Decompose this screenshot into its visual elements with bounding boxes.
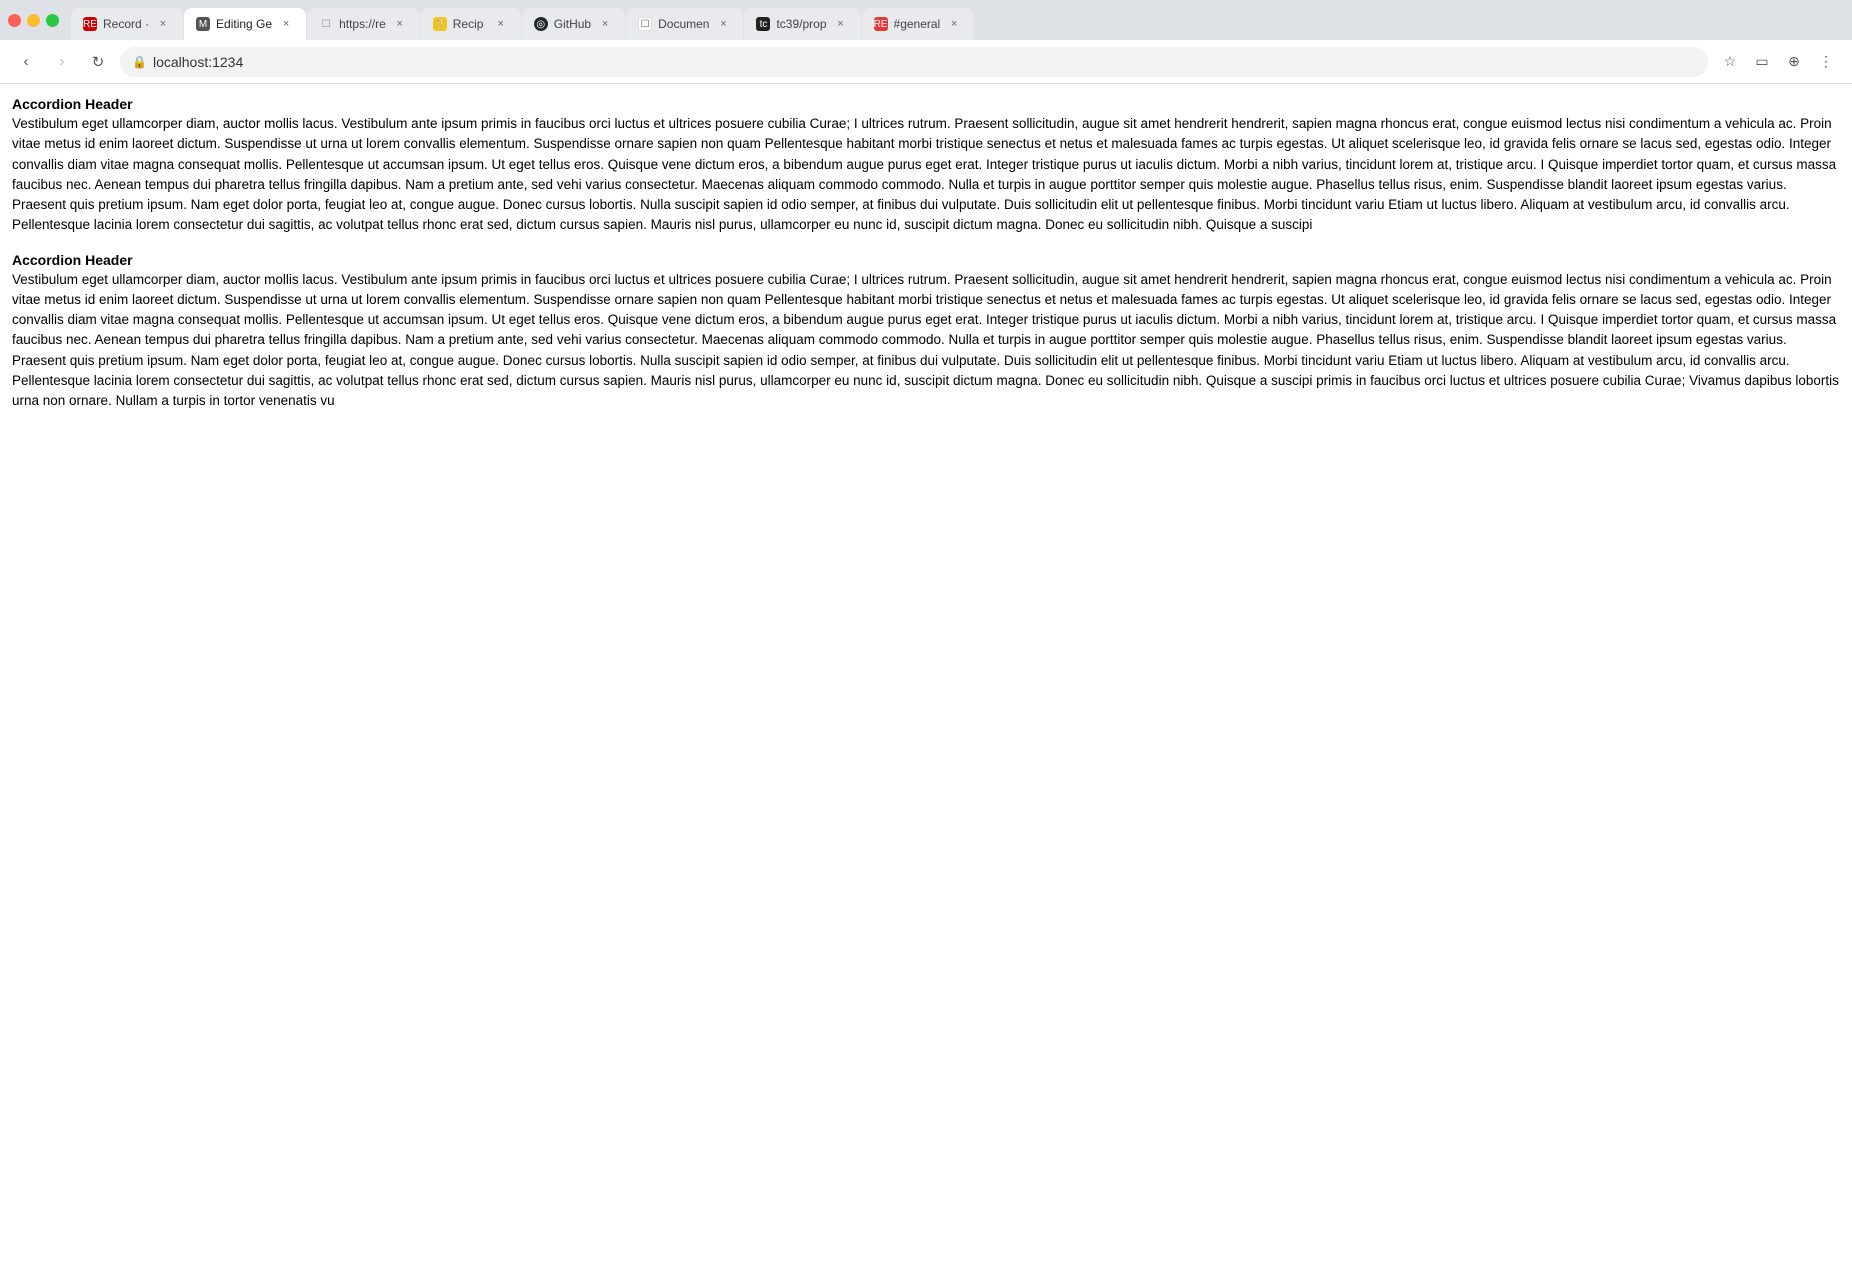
tab-editing-close[interactable]: × [278, 16, 294, 32]
url-text: localhost:1234 [153, 54, 243, 70]
tab-https-favicon: ☐ [319, 17, 333, 31]
accordion-body-1: Vestibulum eget ullamcorper diam, auctor… [12, 270, 1840, 412]
tab-editing-favicon: M [196, 17, 210, 31]
tab-record[interactable]: RE Record · × [71, 8, 183, 40]
tab-github-close[interactable]: × [597, 16, 613, 32]
tab-docs[interactable]: ☐ Documen × [626, 8, 743, 40]
close-button[interactable] [8, 14, 21, 27]
tab-docs-label: Documen [658, 17, 709, 31]
tab-github[interactable]: ◎ GitHub × [522, 8, 625, 40]
tab-github-label: GitHub [554, 17, 591, 31]
window-controls [8, 14, 59, 27]
browser-chrome: RE Record · × M Editing Ge × ☐ https://re × 🍴 Reci… [0, 0, 1852, 1274]
tab-docs-favicon: ☐ [638, 17, 652, 31]
bookmark-button[interactable]: ☆ [1716, 48, 1744, 76]
tab-editing-label: Editing Ge [216, 17, 272, 31]
tabs-container: RE Record · × M Editing Ge × ☐ https://re × 🍴 Reci… [71, 0, 1844, 40]
tab-general[interactable]: RE #general × [862, 8, 975, 40]
tab-general-favicon: RE [874, 17, 888, 31]
address-bar: ‹ › ↻ 🔒 localhost:1234 ☆ ▭ ⊕ ⋮ [0, 40, 1852, 84]
tab-recipe-favicon: 🍴 [433, 17, 447, 31]
tab-editing[interactable]: M Editing Ge × [184, 8, 306, 40]
forward-button[interactable]: › [48, 48, 76, 76]
tab-bar: RE Record · × M Editing Ge × ☐ https://re × 🍴 Reci… [0, 0, 1852, 40]
menu-button[interactable]: ⋮ [1812, 48, 1840, 76]
lens-button[interactable]: ⊕ [1780, 48, 1808, 76]
cast-button[interactable]: ▭ [1748, 48, 1776, 76]
tab-recipe[interactable]: 🍴 Recip × [421, 8, 521, 40]
maximize-button[interactable] [46, 14, 59, 27]
back-button[interactable]: ‹ [12, 48, 40, 76]
tab-https[interactable]: ☐ https://re × [307, 8, 420, 40]
tab-github-favicon: ◎ [534, 17, 548, 31]
tab-recipe-close[interactable]: × [493, 16, 509, 32]
toolbar-actions: ☆ ▭ ⊕ ⋮ [1716, 48, 1840, 76]
accordion-header-1[interactable]: Accordion Header [12, 252, 1840, 268]
url-bar[interactable]: 🔒 localhost:1234 [120, 47, 1708, 77]
tab-general-label: #general [894, 17, 941, 31]
tab-tc39-label: tc39/prop [776, 17, 826, 31]
tab-record-label: Record · [103, 17, 149, 31]
accordion-body-0: Vestibulum eget ullamcorper diam, auctor… [12, 114, 1840, 236]
tab-https-label: https://re [339, 17, 386, 31]
tab-https-close[interactable]: × [392, 16, 408, 32]
minimize-button[interactable] [27, 14, 40, 27]
page-content: Accordion Header Vestibulum eget ullamcor… [0, 84, 1852, 1274]
tab-record-favicon: RE [83, 17, 97, 31]
tab-general-close[interactable]: × [946, 16, 962, 32]
tab-tc39-favicon: tc [756, 17, 770, 31]
tab-tc39-close[interactable]: × [833, 16, 849, 32]
tab-record-close[interactable]: × [155, 16, 171, 32]
tab-tc39[interactable]: tc tc39/prop × [744, 8, 860, 40]
tab-recipe-label: Recip [453, 17, 487, 31]
accordion-header-0[interactable]: Accordion Header [12, 96, 1840, 112]
reload-button[interactable]: ↻ [84, 48, 112, 76]
tab-docs-close[interactable]: × [715, 16, 731, 32]
lock-icon: 🔒 [132, 55, 147, 69]
